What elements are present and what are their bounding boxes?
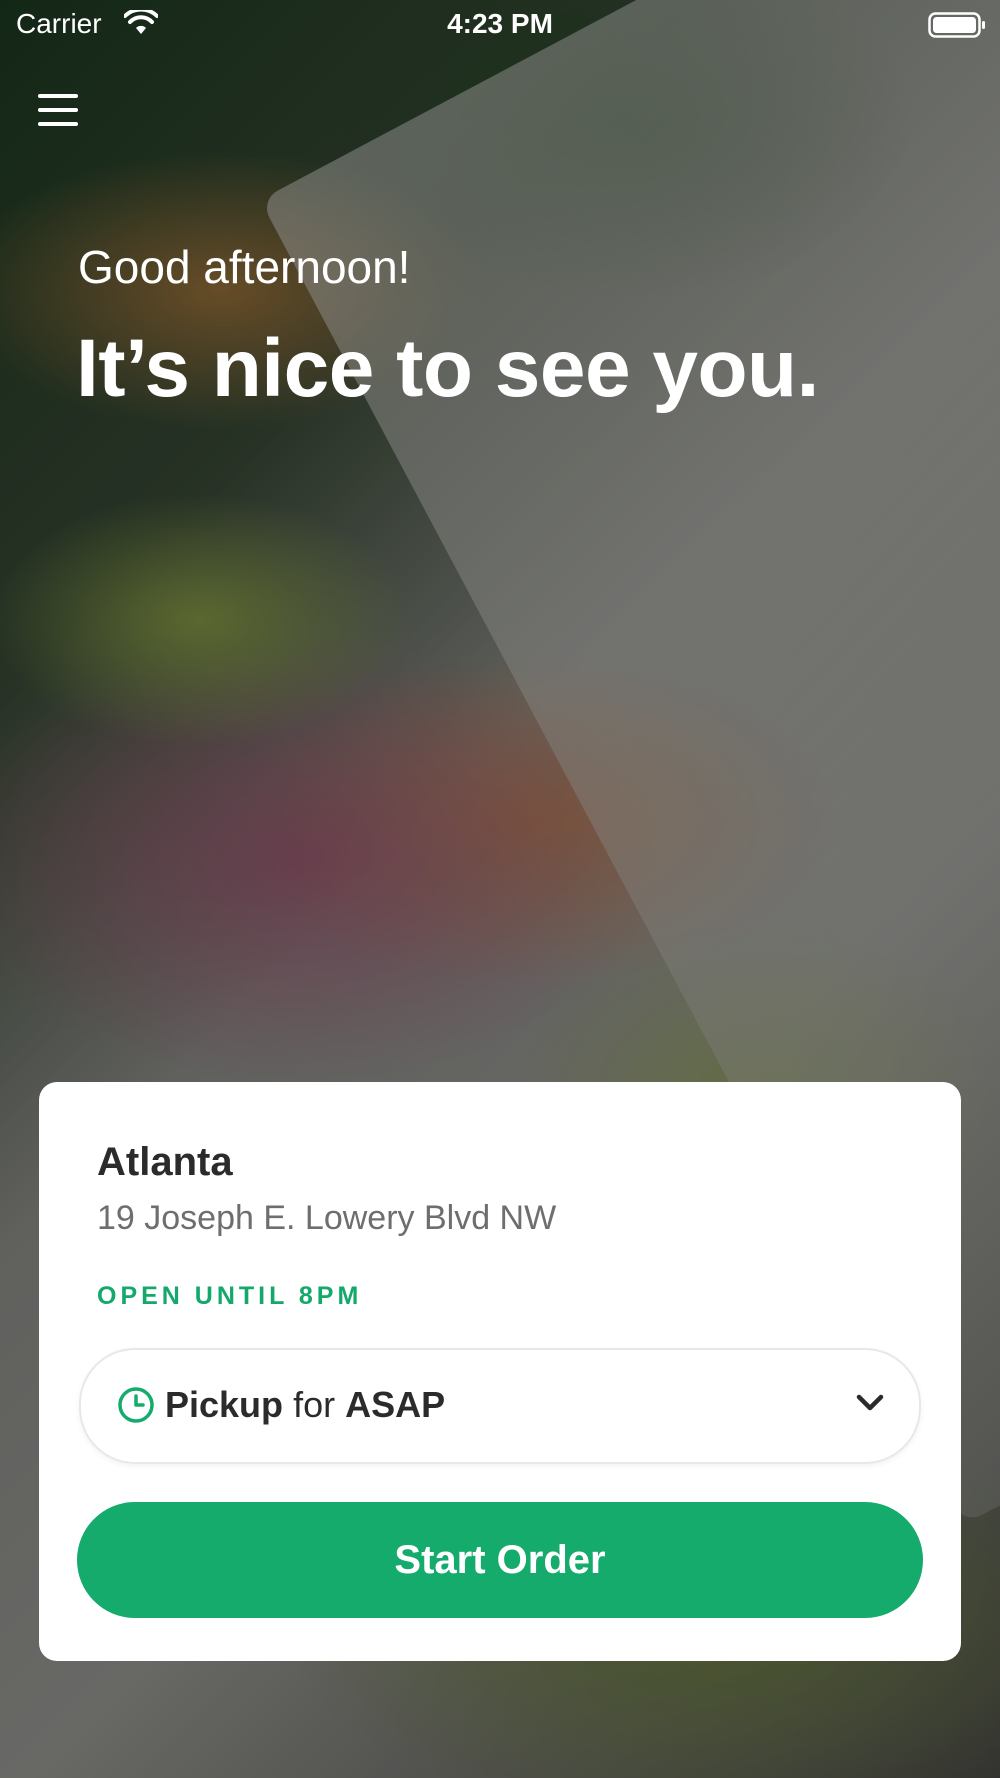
order-mode-dropdown[interactable]: Pickup for ASAP (79, 1348, 921, 1464)
order-mode-time: ASAP (345, 1384, 446, 1425)
location-address: 19 Joseph E. Lowery Blvd NW (97, 1199, 557, 1237)
menu-line (38, 108, 78, 112)
battery-icon (928, 12, 985, 38)
start-order-button[interactable]: Start Order (77, 1502, 923, 1618)
menu-line (38, 122, 78, 126)
order-mode-connector: for (293, 1384, 336, 1425)
order-mode-type: Pickup (165, 1384, 284, 1425)
open-status-label: OPEN UNTIL 8PM (97, 1282, 363, 1310)
status-bar: Carrier 4:23 PM (0, 0, 1000, 52)
app-screen: Carrier 4:23 PM Good afternoon! It’s nic… (0, 0, 1000, 1778)
greeting-text: Good afternoon! (78, 241, 411, 293)
status-time: 4:23 PM (447, 8, 553, 39)
location-name: Atlanta (97, 1140, 233, 1184)
hamburger-menu-icon[interactable] (38, 94, 78, 130)
order-mode-text: Pickup for ASAP (165, 1384, 445, 1426)
location-card: Atlanta 19 Joseph E. Lowery Blvd NW OPEN… (39, 1082, 961, 1661)
clock-icon (118, 1387, 154, 1423)
welcome-headline: It’s nice to see you. (76, 323, 819, 414)
menu-line (38, 94, 78, 98)
chevron-down-icon (856, 1394, 884, 1411)
